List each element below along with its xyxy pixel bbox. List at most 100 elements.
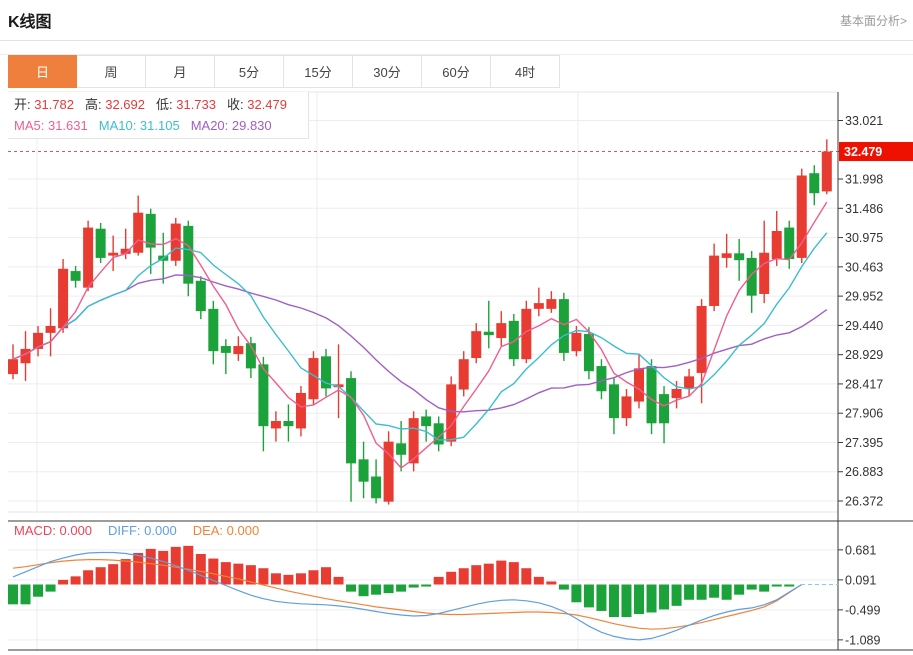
candle-body [208, 309, 218, 351]
candle-body [772, 231, 782, 259]
tab-interval-5[interactable]: 30分 [353, 55, 422, 88]
candle-body [596, 366, 606, 391]
candle-body [809, 173, 819, 193]
candle-body [571, 333, 581, 351]
macd-hist-bar [233, 564, 243, 585]
macd-hist-bar [283, 575, 293, 585]
macd-hist-bar [584, 585, 594, 608]
macd-axis-label: -0.499 [845, 603, 880, 617]
legend-item-0: MA5: 31.631 [14, 118, 88, 133]
candle-body [722, 253, 732, 258]
price-axis-label: 26.372 [845, 495, 883, 509]
macd-hist-bar [734, 585, 744, 595]
candle-body [196, 281, 206, 311]
macd-hist-bar [121, 559, 131, 584]
macd-hist-bar [183, 546, 193, 585]
tab-interval-7[interactable]: 4时 [491, 55, 560, 88]
macd-hist-bar [571, 585, 581, 603]
legend-item-2: DEA: 0.000 [193, 523, 260, 538]
price-axis-label: 27.395 [845, 436, 883, 450]
candle-body [46, 326, 56, 333]
legend-item-0: MACD: 0.000 [14, 523, 92, 538]
macd-hist-bar [559, 585, 569, 590]
price-axis-label: 28.929 [845, 348, 883, 362]
macd-hist-bar [384, 585, 394, 594]
macd-hist-bar [484, 564, 494, 585]
macd-hist-bar [271, 573, 281, 584]
macd-hist-bar [471, 565, 481, 584]
macd-hist-bar [33, 585, 43, 597]
macd-hist-bar [496, 561, 506, 585]
candle-body [534, 303, 544, 309]
tab-interval-0[interactable]: 日 [8, 55, 77, 88]
macd-hist-bar [647, 585, 657, 613]
macd-hist-bar [296, 573, 306, 584]
macd-hist-bar [697, 585, 707, 600]
macd-hist-bar [747, 585, 757, 590]
price-axis-label: 29.440 [845, 319, 883, 333]
macd-hist-bar [459, 568, 469, 584]
candle-body [546, 299, 556, 309]
macd-hist-bar [221, 562, 231, 584]
legend-item-2: 低: 31.733 [156, 97, 216, 112]
candle-body [308, 358, 318, 399]
macd-hist-bar [96, 567, 106, 584]
fundamental-analysis-link[interactable]: 基本面分析> [840, 12, 907, 29]
macd-hist-bar [396, 585, 406, 592]
candle-body [509, 321, 519, 359]
candle-body [133, 213, 143, 253]
macd-hist-bar [133, 553, 143, 585]
candle-body [233, 346, 243, 354]
legend-item-2: MA20: 29.830 [191, 118, 272, 133]
candle-body [171, 224, 181, 261]
macd-hist-bar [684, 585, 694, 600]
macd-hist-bar [634, 585, 644, 614]
macd-hist-bar [8, 585, 18, 605]
ma-legend-row: MA5: 31.631MA10: 31.105MA20: 29.830 [14, 115, 308, 136]
macd-hist-bar [621, 585, 631, 618]
candle-body [609, 384, 619, 418]
tab-interval-1[interactable]: 周 [77, 55, 146, 88]
tab-interval-3[interactable]: 5分 [215, 55, 284, 88]
macd-hist-bar [609, 585, 619, 618]
candle-body [96, 229, 106, 258]
macd-hist-bar [546, 581, 556, 584]
candle-body [734, 253, 744, 260]
candle-body [709, 256, 719, 306]
kline-chart-canvas[interactable]: 33.02132.47931.99831.48630.97530.46329.9… [0, 90, 913, 655]
candle-body [822, 152, 832, 192]
price-axis-label: 33.021 [845, 114, 883, 128]
candle-body [747, 258, 757, 296]
candle-body [584, 334, 594, 371]
candle-body [71, 271, 81, 281]
macd-axis-label: 0.091 [845, 573, 876, 587]
candle-body [697, 306, 707, 373]
candle-body [621, 396, 631, 418]
macd-hist-bar [672, 585, 682, 606]
macd-hist-bar [759, 585, 769, 592]
price-axis-label: 31.998 [845, 173, 883, 187]
macd-hist-bar [21, 585, 31, 605]
tab-interval-2[interactable]: 月 [146, 55, 215, 88]
tab-interval-6[interactable]: 60分 [422, 55, 491, 88]
tab-interval-4[interactable]: 15分 [284, 55, 353, 88]
macd-hist-bar [709, 585, 719, 598]
price-axis-label: 31.486 [845, 202, 883, 216]
macd-hist-bar [772, 585, 782, 587]
candle-body [371, 477, 381, 499]
macd-hist-bar [308, 570, 318, 584]
legend-item-3: 收: 32.479 [227, 97, 287, 112]
candle-body [396, 443, 406, 454]
candle-body [759, 253, 769, 294]
dea-line [13, 560, 802, 630]
candle-body [659, 394, 669, 423]
macd-hist-bar [258, 568, 268, 584]
candle-body [797, 175, 807, 257]
macd-hist-bar [334, 577, 344, 585]
macd-hist-bar [446, 572, 456, 585]
legend-item-0: 开: 31.782 [14, 97, 74, 112]
macd-hist-bar [58, 580, 68, 585]
macd-hist-bar [71, 576, 81, 584]
macd-hist-bar [83, 570, 93, 584]
macd-hist-bar [346, 585, 356, 592]
